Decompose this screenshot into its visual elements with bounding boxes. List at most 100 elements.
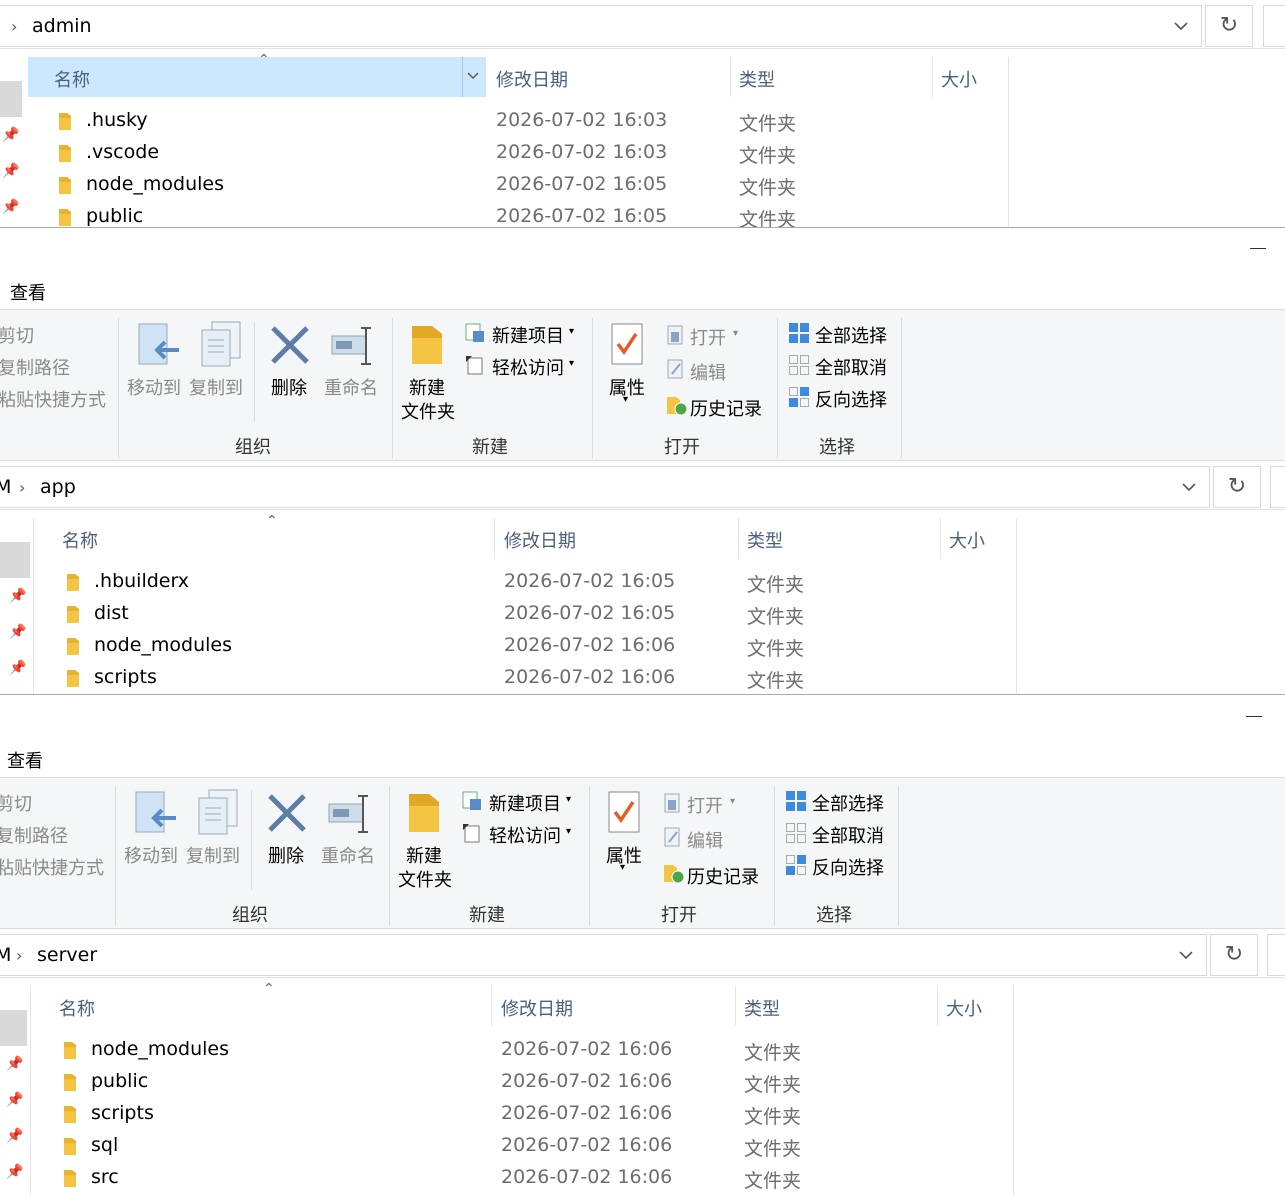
- address-box-3[interactable]: M › server: [0, 934, 1207, 976]
- minimize-icon[interactable]: [1246, 716, 1262, 717]
- select-all-button[interactable]: 全部选择: [815, 322, 887, 348]
- column-header-name[interactable]: 名称: [54, 66, 90, 92]
- minimize-icon[interactable]: [1250, 248, 1266, 249]
- pin-icon[interactable]: 📌: [6, 1056, 23, 1072]
- new-folder-button-line1[interactable]: 新建: [406, 842, 442, 868]
- paste-shortcut-button[interactable]: 粘贴快捷方式: [0, 386, 106, 412]
- column-header-modified[interactable]: 修改日期: [501, 995, 573, 1021]
- column-header-type[interactable]: 类型: [744, 995, 780, 1021]
- list-item[interactable]: .hbuilderx 2026-07-02 16:05 文件夹: [66, 567, 966, 599]
- history-button[interactable]: 历史记录: [690, 395, 762, 421]
- search-box[interactable]: [1263, 5, 1285, 47]
- file-type: 文件夹: [747, 606, 805, 628]
- column-header-size[interactable]: 大小: [941, 66, 977, 92]
- list-item[interactable]: dist 2026-07-02 16:05 文件夹: [66, 599, 966, 631]
- search-box[interactable]: [1270, 466, 1285, 508]
- edit-button[interactable]: 编辑: [690, 359, 726, 385]
- pin-icon[interactable]: 📌: [2, 199, 19, 215]
- new-folder-button-line1[interactable]: 新建: [409, 374, 445, 400]
- open-button[interactable]: 打开: [690, 324, 726, 350]
- refresh-button[interactable]: ↻: [1210, 934, 1258, 976]
- list-item[interactable]: node_modules 2026-07-02 16:05 文件夹: [58, 170, 958, 202]
- path-segment-prefix[interactable]: M: [0, 476, 11, 498]
- select-all-button[interactable]: 全部选择: [812, 790, 884, 816]
- paste-shortcut-button[interactable]: 粘贴快捷方式: [0, 854, 104, 880]
- list-item[interactable]: sql 2026-07-02 16:06 文件夹: [63, 1131, 963, 1163]
- nav-selected-item[interactable]: [0, 1010, 27, 1046]
- copy-to-button[interactable]: 复制到: [189, 374, 243, 400]
- cut-button[interactable]: 剪切: [0, 322, 34, 348]
- chevron-down-icon[interactable]: [1171, 16, 1191, 36]
- column-header-name-selected[interactable]: [28, 57, 486, 97]
- address-box-2[interactable]: M › app: [0, 466, 1210, 508]
- list-item[interactable]: public 2026-07-02 16:06 文件夹: [63, 1067, 963, 1099]
- list-item[interactable]: src 2026-07-02 16:06 文件夹: [63, 1163, 963, 1195]
- easy-access-button[interactable]: 轻松访问: [489, 822, 561, 848]
- column-header-type[interactable]: 类型: [739, 66, 775, 92]
- column-header-modified[interactable]: 修改日期: [504, 527, 576, 553]
- pin-icon[interactable]: 📌: [6, 1092, 23, 1108]
- pin-icon[interactable]: 📌: [2, 127, 19, 143]
- list-item[interactable]: public 2026-07-02 16:05 文件夹: [58, 202, 958, 227]
- address-box-1[interactable]: › admin: [0, 5, 1202, 47]
- new-item-button[interactable]: 新建项目: [489, 790, 561, 816]
- path-segment-admin[interactable]: admin: [32, 15, 92, 37]
- pin-icon[interactable]: 📌: [9, 588, 26, 604]
- path-segment-server[interactable]: server: [37, 944, 97, 966]
- easy-access-button[interactable]: 轻松访问: [492, 354, 564, 380]
- new-item-button[interactable]: 新建项目: [492, 322, 564, 348]
- path-segment-app[interactable]: app: [40, 476, 76, 498]
- column-header-type[interactable]: 类型: [747, 527, 783, 553]
- select-none-button[interactable]: 全部取消: [815, 354, 887, 380]
- refresh-button[interactable]: ↻: [1205, 5, 1253, 47]
- new-folder-icon: [407, 792, 441, 834]
- new-folder-button-line2[interactable]: 文件夹: [401, 398, 455, 424]
- caret-down-icon: ▾: [569, 326, 575, 337]
- pin-icon[interactable]: 📌: [6, 1164, 23, 1180]
- open-button[interactable]: 打开: [687, 792, 723, 818]
- column-header-name[interactable]: 名称: [59, 995, 95, 1021]
- new-folder-button-line2[interactable]: 文件夹: [398, 866, 452, 892]
- pin-icon[interactable]: 📌: [9, 624, 26, 640]
- copy-to-button[interactable]: 复制到: [186, 842, 240, 868]
- group-label-select: 选择: [819, 437, 855, 458]
- move-to-button[interactable]: 移动到: [127, 374, 181, 400]
- list-item[interactable]: node_modules 2026-07-02 16:06 文件夹: [66, 631, 966, 663]
- list-item[interactable]: .husky 2026-07-02 16:03 文件夹: [58, 106, 958, 138]
- pin-icon[interactable]: 📌: [6, 1128, 23, 1144]
- invert-selection-button[interactable]: 反向选择: [815, 386, 887, 412]
- list-item[interactable]: scripts 2026-07-02 16:06 文件夹: [66, 663, 966, 694]
- column-header-modified[interactable]: 修改日期: [496, 66, 568, 92]
- rename-button[interactable]: 重命名: [324, 374, 378, 400]
- pin-icon[interactable]: 📌: [2, 163, 19, 179]
- path-segment-prefix[interactable]: M: [0, 944, 11, 966]
- search-box[interactable]: [1267, 934, 1285, 976]
- pin-icon[interactable]: 📌: [9, 660, 26, 676]
- copy-path-button[interactable]: 复制路径: [0, 354, 70, 380]
- select-none-button[interactable]: 全部取消: [812, 822, 884, 848]
- column-header-size[interactable]: 大小: [946, 995, 982, 1021]
- tab-view[interactable]: 查看: [7, 747, 43, 773]
- column-header-name[interactable]: 名称: [62, 527, 98, 553]
- nav-selected-item[interactable]: [0, 542, 30, 578]
- delete-button[interactable]: 删除: [268, 842, 304, 868]
- list-item[interactable]: scripts 2026-07-02 16:06 文件夹: [63, 1099, 963, 1131]
- copy-path-button[interactable]: 复制路径: [0, 822, 68, 848]
- invert-selection-button[interactable]: 反向选择: [812, 854, 884, 880]
- edit-button[interactable]: 编辑: [687, 827, 723, 853]
- chevron-down-icon[interactable]: [1179, 477, 1199, 497]
- column-dropdown-icon[interactable]: [466, 68, 480, 82]
- refresh-button[interactable]: ↻: [1213, 466, 1261, 508]
- list-item[interactable]: node_modules 2026-07-02 16:06 文件夹: [63, 1035, 963, 1067]
- history-button[interactable]: 历史记录: [687, 863, 759, 889]
- rename-button[interactable]: 重命名: [321, 842, 375, 868]
- file-type: 文件夹: [739, 209, 797, 227]
- list-item[interactable]: .vscode 2026-07-02 16:03 文件夹: [58, 138, 958, 170]
- chevron-down-icon[interactable]: [1176, 945, 1196, 965]
- column-header-size[interactable]: 大小: [949, 527, 985, 553]
- cut-button[interactable]: 剪切: [0, 790, 32, 816]
- nav-selected-item[interactable]: [0, 81, 22, 117]
- move-to-button[interactable]: 移动到: [124, 842, 178, 868]
- tab-view[interactable]: 查看: [10, 279, 46, 305]
- delete-button[interactable]: 删除: [271, 374, 307, 400]
